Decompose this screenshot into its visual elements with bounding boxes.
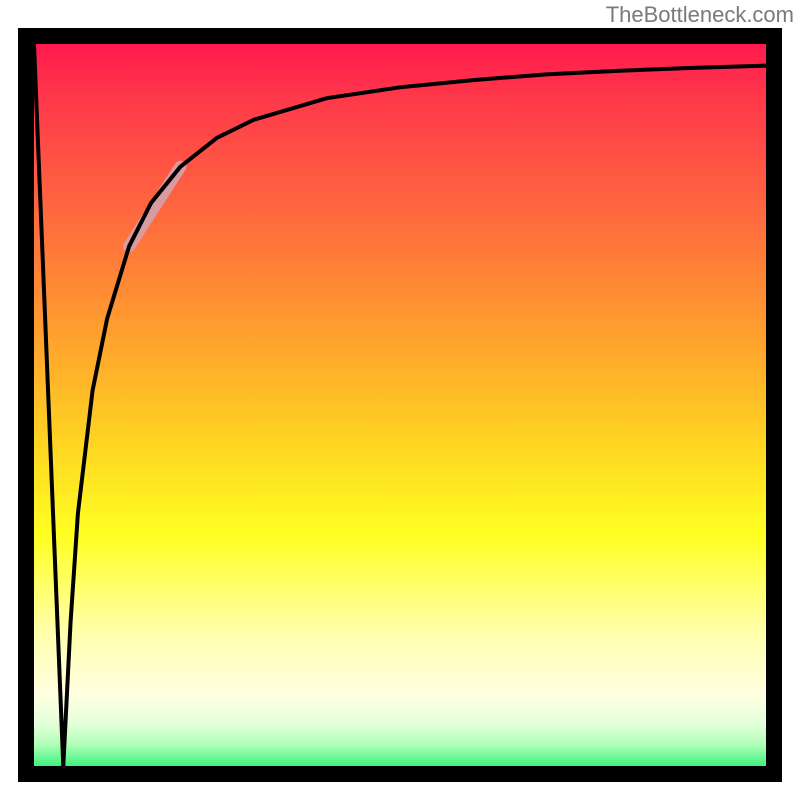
main-curve-line <box>63 66 766 766</box>
chart-frame <box>18 28 782 782</box>
watermark-text: TheBottleneck.com <box>606 2 794 28</box>
left-drop-line <box>34 44 63 766</box>
chart-svg <box>34 44 766 766</box>
container: { "watermark": "TheBottleneck.com", "cha… <box>0 0 800 800</box>
curve-group <box>34 44 766 766</box>
plot-area <box>34 44 766 766</box>
